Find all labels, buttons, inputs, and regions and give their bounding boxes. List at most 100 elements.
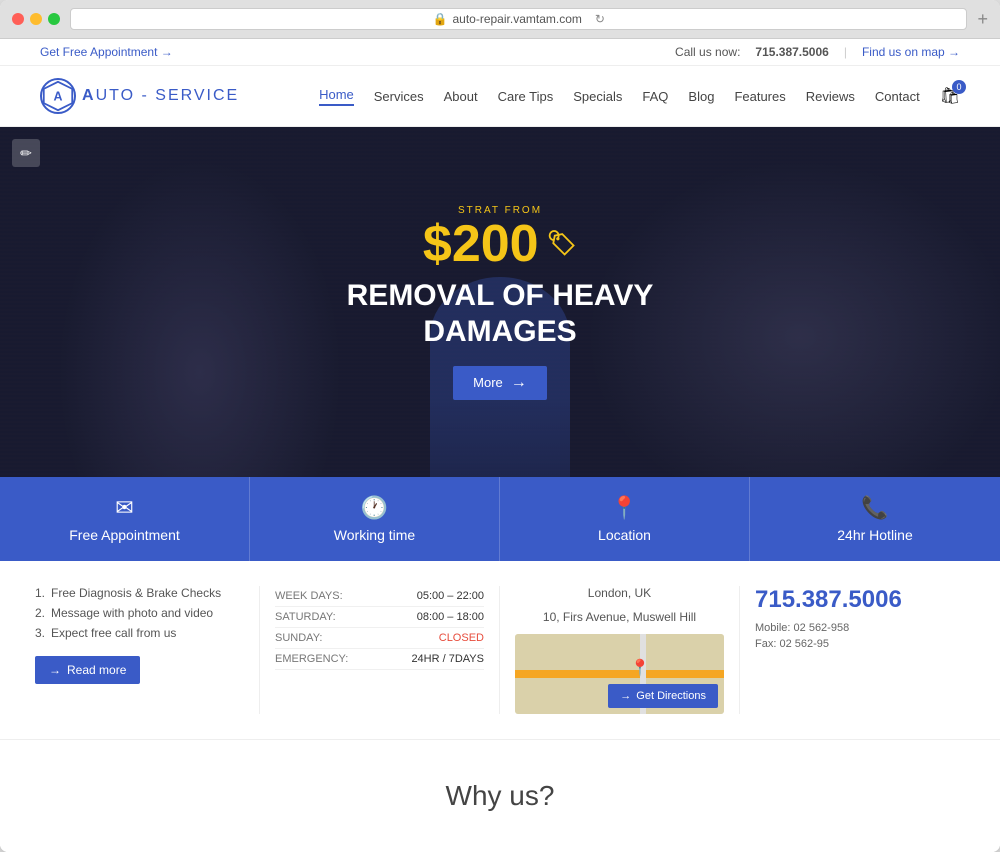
phone-number: 715.387.5006 (755, 45, 828, 59)
price-tag-icon: 🏷 (547, 232, 577, 256)
schedule-table: WEEK DAYS: 05:00 – 22:00 SATURDAY: 08:00… (275, 586, 484, 670)
add-tab-button[interactable]: + (977, 9, 988, 30)
info-appointment-label: Free Appointment (69, 527, 180, 543)
schedule-row: WEEK DAYS: 05:00 – 22:00 (275, 586, 484, 607)
reload-icon[interactable]: ↻ (595, 12, 605, 26)
appointment-details: Free Diagnosis & Brake Checks Message wi… (20, 586, 260, 714)
hero-price-label: STRAT FROM (458, 205, 542, 216)
nav-home[interactable]: Home (319, 87, 354, 106)
hero-price: $200 🏷 (423, 218, 577, 270)
call-us-label: Call us now: (675, 45, 740, 59)
free-appointment-link[interactable]: Get Free Appointment → (40, 45, 173, 59)
info-location[interactable]: 📍 Location (500, 477, 750, 561)
maximize-dot[interactable] (48, 13, 60, 25)
location-line2: 10, Firs Avenue, Muswell Hill (515, 610, 724, 624)
hero-section: ✏ STRAT FROM $200 🏷 REMOVAL OF HEAVY DAM… (0, 127, 1000, 477)
svg-text:A: A (54, 89, 63, 103)
read-more-label: Read more (67, 663, 126, 677)
close-dot[interactable] (12, 13, 24, 25)
schedule-details: WEEK DAYS: 05:00 – 22:00 SATURDAY: 08:00… (260, 586, 500, 714)
info-hotline-label: 24hr Hotline (837, 527, 913, 543)
schedule-row: EMERGENCY: 24HR / 7DAYS (275, 649, 484, 670)
hotline-fax: Fax: 02 562-95 (755, 638, 965, 650)
list-item: Free Diagnosis & Brake Checks (35, 586, 244, 600)
nav-contact[interactable]: Contact (875, 89, 920, 104)
browser-titlebar: 🔒 auto-repair.vamtam.com ↻ + (0, 0, 1000, 39)
hero-title: REMOVAL OF HEAVY DAMAGES (347, 278, 654, 350)
map-container: 📍 → Get Directions (515, 634, 724, 714)
browser-dots (12, 13, 60, 25)
more-button[interactable]: More → (453, 366, 547, 400)
get-directions-button[interactable]: → Get Directions (608, 684, 718, 708)
find-on-map-link[interactable]: Find us on map → (862, 45, 960, 59)
nav-specials[interactable]: Specials (573, 89, 622, 104)
lock-icon: 🔒 (433, 12, 448, 26)
details-section: Free Diagnosis & Brake Checks Message wi… (0, 561, 1000, 740)
info-hotline[interactable]: 📞 24hr Hotline (750, 477, 1000, 561)
schedule-row: SUNDAY: CLOSED (275, 628, 484, 649)
schedule-day: SATURDAY: (275, 611, 336, 623)
browser-window: 🔒 auto-repair.vamtam.com ↻ + Get Free Ap… (0, 0, 1000, 852)
schedule-day: SUNDAY: (275, 632, 322, 644)
topbar-left: Get Free Appointment → (40, 45, 173, 59)
nav-services[interactable]: Services (374, 89, 424, 104)
appointment-list: Free Diagnosis & Brake Checks Message wi… (35, 586, 244, 640)
main-nav: Home Services About Care Tips Specials F… (319, 86, 960, 106)
info-location-label: Location (598, 527, 651, 543)
logo-icon: A (40, 78, 76, 114)
arrow-icon: → (49, 663, 61, 677)
price-amount: $200 (423, 218, 539, 270)
logo: A AUTO - SERVICE (40, 78, 239, 114)
nav-features[interactable]: Features (734, 89, 785, 104)
clock-icon: 🕐 (361, 495, 388, 521)
schedule-day: WEEK DAYS: (275, 590, 343, 602)
arrow-right-icon: → (511, 374, 527, 392)
nav-reviews[interactable]: Reviews (806, 89, 855, 104)
nav-care-tips[interactable]: Care Tips (498, 89, 554, 104)
info-working-label: Working time (334, 527, 415, 543)
header: A AUTO - SERVICE Home Services About Car… (0, 66, 1000, 127)
envelope-icon: ✉ (115, 495, 133, 521)
schedule-row: SATURDAY: 08:00 – 18:00 (275, 607, 484, 628)
nav-blog[interactable]: Blog (688, 89, 714, 104)
edit-button[interactable]: ✏ (12, 139, 40, 167)
schedule-time: 08:00 – 18:00 (417, 611, 484, 623)
hotline-number: 715.387.5006 (755, 586, 965, 614)
cart-badge: 0 (952, 80, 966, 94)
why-section: Why us? (0, 740, 1000, 852)
info-bar: ✉ Free Appointment 🕐 Working time 📍 Loca… (0, 477, 1000, 561)
location-pin-icon: 📍 (611, 495, 638, 521)
topbar-right: Call us now: 715.387.5006 | Find us on m… (675, 45, 960, 59)
fax-number: 02 562-95 (779, 638, 829, 650)
cart-icon[interactable]: 🛍 0 (940, 86, 960, 106)
address-bar[interactable]: 🔒 auto-repair.vamtam.com ↻ (70, 8, 967, 30)
hotline-details: 715.387.5006 Mobile: 02 562-958 Fax: 02 … (740, 586, 980, 714)
url-text: auto-repair.vamtam.com (452, 12, 581, 26)
location-details: London, UK 10, Firs Avenue, Muswell Hill… (500, 586, 740, 714)
list-item: Message with photo and video (35, 606, 244, 620)
get-directions-label: Get Directions (636, 690, 706, 702)
schedule-time: 05:00 – 22:00 (417, 590, 484, 602)
topbar: Get Free Appointment → Call us now: 715.… (0, 39, 1000, 66)
info-appointment[interactable]: ✉ Free Appointment (0, 477, 250, 561)
nav-faq[interactable]: FAQ (642, 89, 668, 104)
minimize-dot[interactable] (30, 13, 42, 25)
page-content: Get Free Appointment → Call us now: 715.… (0, 39, 1000, 852)
map-road-horizontal (515, 670, 724, 678)
location-line1: London, UK (515, 586, 724, 600)
phone-icon: 📞 (861, 495, 888, 521)
why-title: Why us? (20, 780, 980, 812)
info-working-time[interactable]: 🕐 Working time (250, 477, 500, 561)
hotline-mobile: Mobile: 02 562-958 (755, 622, 965, 634)
nav-about[interactable]: About (444, 89, 478, 104)
read-more-button[interactable]: → Read more (35, 656, 140, 684)
list-item: Expect free call from us (35, 626, 244, 640)
mobile-label: Mobile: (755, 622, 790, 634)
schedule-time: 24HR / 7DAYS (411, 653, 484, 665)
logo-text: AUTO - SERVICE (82, 87, 239, 105)
hero-content: STRAT FROM $200 🏷 REMOVAL OF HEAVY DAMAG… (347, 205, 654, 400)
schedule-time-closed: CLOSED (439, 632, 484, 644)
mobile-number: 02 562-958 (794, 622, 850, 634)
divider: | (844, 45, 847, 59)
schedule-day: EMERGENCY: (275, 653, 348, 665)
